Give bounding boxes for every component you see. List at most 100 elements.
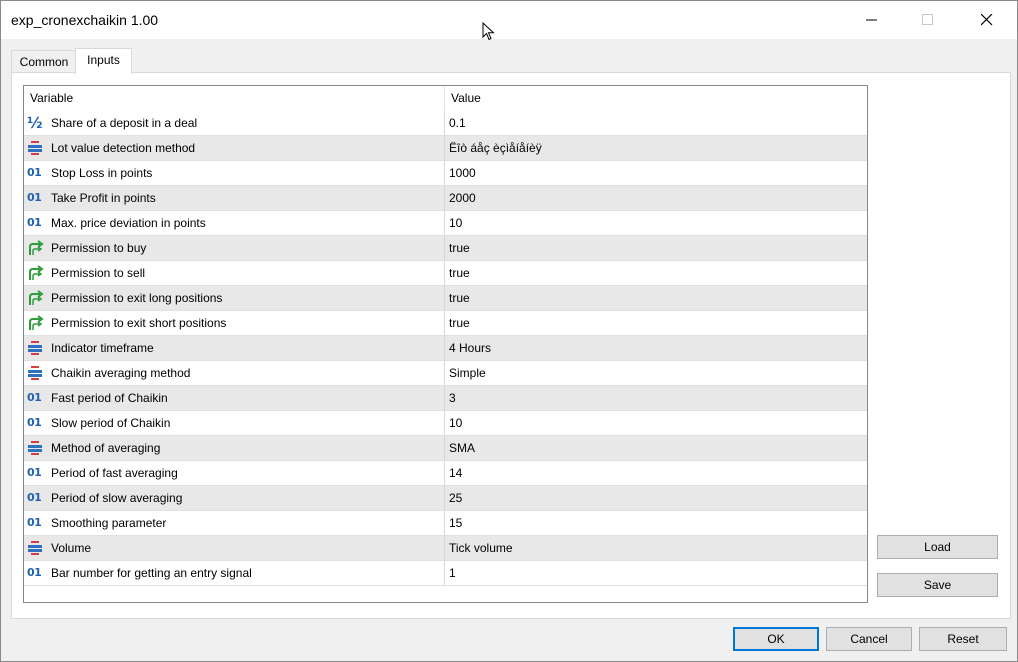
save-button[interactable]: Save: [877, 573, 998, 597]
close-icon: [981, 14, 993, 26]
variable-name: Period of fast averaging: [51, 466, 178, 480]
cell-divider: [444, 161, 445, 186]
variable-value[interactable]: Simple: [449, 361, 486, 385]
tab-common-label: Common: [19, 55, 69, 69]
variable-name: Lot value detection method: [51, 141, 196, 155]
maximize-button[interactable]: [905, 1, 951, 39]
variable-value[interactable]: 15: [449, 511, 462, 535]
table-row[interactable]: 01 Stop Loss in points 1000: [24, 161, 867, 186]
variable-value[interactable]: 14: [449, 461, 462, 485]
cancel-button[interactable]: Cancel: [826, 627, 912, 651]
variable-value[interactable]: 0.1: [449, 111, 466, 135]
cell-divider: [444, 386, 445, 411]
variable-value[interactable]: true: [449, 311, 470, 335]
reset-button[interactable]: Reset: [919, 627, 1007, 651]
cell-divider: [444, 461, 445, 486]
table-row[interactable]: Permission to buy true: [24, 236, 867, 261]
bool-icon: [27, 240, 45, 256]
variable-name: Share of a deposit in a deal: [51, 116, 198, 130]
grid-header: Variable Value: [24, 86, 867, 111]
variable-name: Stop Loss in points: [51, 166, 153, 180]
table-row[interactable]: 01 Period of fast averaging 14: [24, 461, 867, 486]
table-row[interactable]: Permission to exit short positions true: [24, 311, 867, 336]
minimize-button[interactable]: [849, 1, 895, 39]
variable-name: Fast period of Chaikin: [51, 391, 168, 405]
variable-value[interactable]: 2000: [449, 186, 476, 210]
integer-icon: 01: [27, 166, 42, 179]
title-bar: exp_cronexchaikin 1.00: [1, 1, 1017, 39]
ok-button-label: OK: [767, 632, 785, 646]
variable-name: Volume: [51, 541, 92, 555]
variable-name: Slow period of Chaikin: [51, 416, 171, 430]
cell-divider: [444, 411, 445, 436]
cell-divider: [444, 286, 445, 311]
variable-value[interactable]: Tick volume: [449, 536, 513, 560]
enum-icon: [27, 140, 45, 156]
integer-icon: 01: [27, 391, 42, 404]
variable-name: Period of slow averaging: [51, 491, 183, 505]
cell-divider: [444, 511, 445, 536]
table-row[interactable]: Chaikin averaging method Simple: [24, 361, 867, 386]
column-header-variable[interactable]: Variable: [24, 86, 444, 111]
tab-common[interactable]: Common: [11, 50, 77, 73]
table-row[interactable]: Method of averaging SMA: [24, 436, 867, 461]
variable-value[interactable]: 4 Hours: [449, 336, 491, 360]
variable-value[interactable]: 3: [449, 386, 456, 410]
enum-icon: [27, 340, 45, 356]
variable-name: Indicator timeframe: [51, 341, 154, 355]
table-row[interactable]: ½ Share of a deposit in a deal 0.1: [24, 111, 867, 136]
cell-divider: [444, 436, 445, 461]
table-row[interactable]: 01 Take Profit in points 2000: [24, 186, 867, 211]
table-row[interactable]: 01 Bar number for getting an entry signal…: [24, 561, 867, 586]
ok-button[interactable]: OK: [733, 627, 819, 651]
close-button[interactable]: [964, 1, 1010, 39]
cell-divider: [444, 336, 445, 361]
mouse-cursor-icon: [482, 22, 495, 41]
table-row[interactable]: Indicator timeframe 4 Hours: [24, 336, 867, 361]
variable-name: Permission to buy: [51, 241, 147, 255]
cell-divider: [444, 486, 445, 511]
bool-icon: [27, 315, 45, 331]
integer-icon: 01: [27, 466, 42, 479]
column-header-value-label: Value: [451, 91, 481, 105]
table-row[interactable]: 01 Period of slow averaging 25: [24, 486, 867, 511]
cell-divider: [444, 186, 445, 211]
table-row[interactable]: Permission to sell true: [24, 261, 867, 286]
variable-value[interactable]: SMA: [449, 436, 475, 460]
parameters-grid: Variable Value ½ Share of a deposit in a …: [23, 85, 868, 603]
integer-icon: 01: [27, 516, 42, 529]
variable-value[interactable]: 25: [449, 486, 462, 510]
integer-icon: 01: [27, 416, 42, 429]
cell-divider: [444, 361, 445, 386]
variable-value[interactable]: 1: [449, 561, 456, 585]
reset-button-label: Reset: [947, 632, 979, 646]
variable-value[interactable]: 1000: [449, 161, 476, 185]
column-header-value[interactable]: Value: [445, 86, 867, 111]
integer-icon: 01: [27, 191, 42, 204]
variable-value[interactable]: 10: [449, 411, 462, 435]
cell-divider: [444, 136, 445, 161]
table-row[interactable]: 01 Slow period of Chaikin 10: [24, 411, 867, 436]
maximize-icon: [922, 14, 933, 25]
load-button[interactable]: Load: [877, 535, 998, 559]
tab-inputs[interactable]: Inputs: [75, 48, 132, 74]
table-row[interactable]: 01 Max. price deviation in points 10: [24, 211, 867, 236]
cell-divider: [444, 561, 445, 586]
variable-name: Take Profit in points: [51, 191, 156, 205]
variable-name: Method of averaging: [51, 441, 161, 455]
variable-name: Permission to exit short positions: [51, 316, 227, 330]
minimize-icon: [866, 19, 877, 21]
variable-value[interactable]: true: [449, 261, 470, 285]
variable-value[interactable]: true: [449, 286, 470, 310]
table-row[interactable]: Volume Tick volume: [24, 536, 867, 561]
variable-value[interactable]: true: [449, 236, 470, 260]
variable-value[interactable]: Ëîò áåç èçìåíåíèÿ: [449, 136, 542, 160]
table-row[interactable]: Permission to exit long positions true: [24, 286, 867, 311]
enum-icon: [27, 540, 45, 556]
table-row[interactable]: Lot value detection method Ëîò áåç èçìåíå…: [24, 136, 867, 161]
table-row[interactable]: 01 Fast period of Chaikin 3: [24, 386, 867, 411]
integer-icon: 01: [27, 216, 42, 229]
variable-value[interactable]: 10: [449, 211, 462, 235]
table-row[interactable]: 01 Smoothing parameter 15: [24, 511, 867, 536]
fraction-icon: ½: [27, 114, 43, 132]
